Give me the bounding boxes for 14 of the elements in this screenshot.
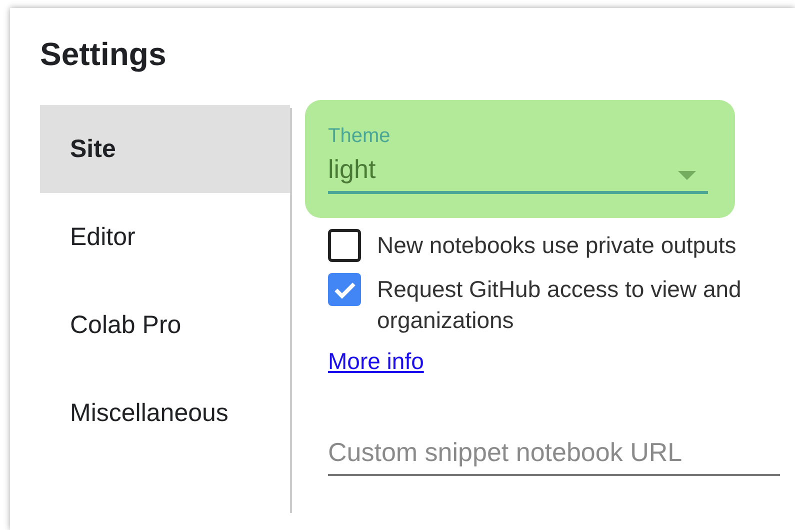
more-info-link[interactable]: More info (328, 348, 424, 375)
sidebar-item[interactable]: Site (40, 105, 290, 193)
sidebar-item[interactable]: Colab Pro (40, 281, 290, 369)
theme-select[interactable]: Theme light (328, 125, 708, 194)
snippet-url-field[interactable]: Custom snippet notebook URL (328, 437, 780, 476)
dialog-title: Settings (39, 35, 168, 74)
sidebar-item[interactable]: Editor (40, 193, 290, 281)
option-label: New notebooks use private outputs (377, 231, 736, 260)
sidebar-item[interactable]: Miscellaneous (40, 369, 290, 457)
checkmark-icon (334, 280, 356, 298)
checkbox[interactable] (328, 273, 361, 306)
option-label: Request GitHub access to view and organizations (377, 275, 742, 335)
checkbox[interactable] (328, 229, 361, 262)
caret-icon (678, 171, 696, 180)
